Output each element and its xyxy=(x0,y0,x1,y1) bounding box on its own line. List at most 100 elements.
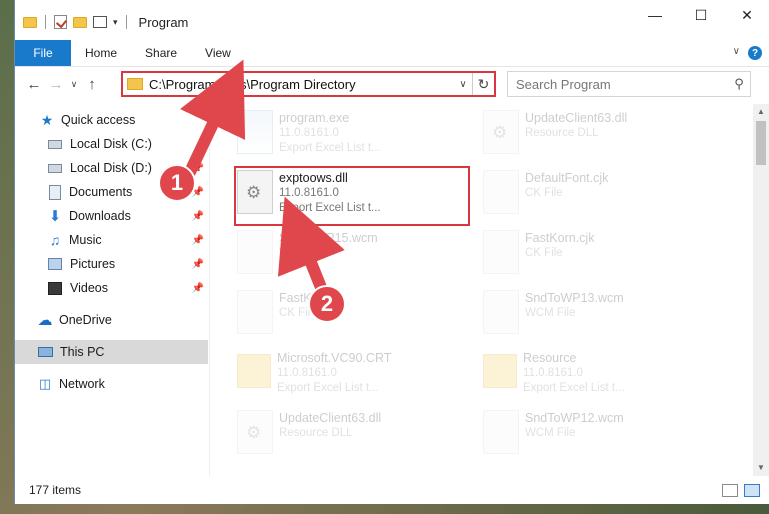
file-description: Export Excel List t... xyxy=(279,142,381,154)
file-item[interactable]: FastKorn.cjk CK File xyxy=(479,228,719,280)
file-item[interactable]: DefaultFont.cjk CK File xyxy=(479,168,719,220)
vertical-scrollbar[interactable]: ▲ ▼ xyxy=(753,104,769,476)
help-icon[interactable]: ? xyxy=(748,46,762,60)
star-icon: ★ xyxy=(40,111,54,128)
sidebar-item-label: Videos xyxy=(70,281,108,295)
search-input[interactable]: Search Program xyxy=(516,77,728,92)
sidebar-item-onedrive[interactable]: ☁ OneDrive xyxy=(15,308,208,332)
blank-file-icon xyxy=(237,290,273,334)
sidebar-item-quick-access[interactable]: ★ Quick access xyxy=(15,108,208,132)
toolbar-divider xyxy=(45,15,46,29)
details-view-icon[interactable] xyxy=(722,483,738,497)
download-icon: ⬇ xyxy=(48,208,62,225)
pane-divider[interactable] xyxy=(209,104,210,476)
folder-icon[interactable] xyxy=(23,16,37,28)
scroll-down-icon[interactable]: ▼ xyxy=(753,460,769,476)
pin-icon[interactable]: 📌 xyxy=(192,235,204,246)
network-icon: ◫ xyxy=(38,376,52,391)
sidebar-item-label: This PC xyxy=(60,345,105,359)
sidebar-item-network[interactable]: ◫ Network xyxy=(15,372,208,396)
file-version: 11.0.8161.0 xyxy=(523,367,583,379)
forward-arrow-icon[interactable]: → xyxy=(45,76,67,93)
large-icons-view-icon[interactable] xyxy=(744,483,760,497)
cloud-icon: ☁ xyxy=(37,312,53,329)
blank-file-icon xyxy=(483,170,519,214)
tab-home[interactable]: Home xyxy=(71,40,131,66)
file-type: Resource DLL xyxy=(525,127,599,139)
file-item[interactable]: UpdateClient63.dll Resource DLL xyxy=(233,408,473,460)
sidebar-item-downloads[interactable]: ⬇ Downloads 📌 xyxy=(15,204,208,228)
address-dropdown-icon[interactable]: ∨ xyxy=(454,79,472,90)
folder-icon xyxy=(127,78,143,90)
exe-file-icon xyxy=(237,110,273,154)
file-item[interactable]: UpdateClient63.dll Resource DLL xyxy=(479,108,719,160)
target-file-highlight xyxy=(234,166,470,226)
file-name: SndToWP15.wcm xyxy=(279,231,378,245)
file-item[interactable]: FastKor.cjk CK File xyxy=(233,288,473,340)
search-icon[interactable]: ⚲ xyxy=(728,76,750,92)
expand-ribbon-icon[interactable]: ∨ xyxy=(733,46,740,57)
properties-check-icon[interactable] xyxy=(54,15,67,29)
sidebar-item-label: Downloads xyxy=(69,209,131,223)
title-bar: ▾ Program — ☐ ✕ xyxy=(15,0,769,44)
scroll-up-icon[interactable]: ▲ xyxy=(753,104,769,120)
refresh-icon[interactable]: ↻ xyxy=(472,73,494,95)
sidebar-item-label: Documents xyxy=(69,185,133,199)
new-folder-icon[interactable] xyxy=(73,16,87,28)
folder-item[interactable]: Microsoft.VC90.CRT 11.0.8161.0 Export Ex… xyxy=(233,348,473,400)
tab-file[interactable]: File xyxy=(15,40,71,66)
blank-file-icon xyxy=(483,290,519,334)
ribbon-tabs: File Home Share View ∨ ? xyxy=(15,40,769,67)
sidebar-item-music[interactable]: ♫ Music 📌 xyxy=(15,228,208,252)
folder-item[interactable]: Resource 11.0.8161.0 Export Excel List t… xyxy=(479,348,719,400)
tab-share[interactable]: Share xyxy=(131,40,191,66)
sidebar-item-videos[interactable]: Videos 📌 xyxy=(15,276,208,300)
file-item[interactable]: program.exe 11.0.8161.0 Export Excel Lis… xyxy=(233,108,473,160)
address-bar[interactable]: C:\Program Files\Program Directory ∨ ↻ xyxy=(121,71,496,97)
file-description: Export Excel List t... xyxy=(277,382,379,394)
step-1-badge: 1 xyxy=(158,164,196,202)
view-switcher xyxy=(722,483,760,497)
recent-chevron-icon[interactable]: ∨ xyxy=(67,79,81,90)
customize-icon[interactable] xyxy=(93,16,107,28)
pin-icon[interactable]: 📌 xyxy=(192,259,204,270)
sidebar-item-this-pc[interactable]: This PC xyxy=(15,340,208,364)
chevron-down-icon[interactable]: ▾ xyxy=(113,17,118,28)
blank-file-icon xyxy=(237,230,273,274)
search-box[interactable]: Search Program ⚲ xyxy=(507,71,751,97)
file-version: 11.0.8161.0 xyxy=(279,127,339,139)
folder-icon xyxy=(237,354,271,388)
close-button[interactable]: ✕ xyxy=(724,0,769,30)
file-version: 11.0.8161.0 xyxy=(277,367,337,379)
toolbar-divider xyxy=(125,15,127,29)
sidebar-item-pictures[interactable]: Pictures 📌 xyxy=(15,252,208,276)
disk-icon xyxy=(48,139,62,149)
minimize-button[interactable]: — xyxy=(632,0,678,30)
pin-icon[interactable]: 📌 xyxy=(192,211,204,222)
pin-icon[interactable]: 📌 xyxy=(192,283,204,294)
maximize-button[interactable]: ☐ xyxy=(678,0,724,30)
tab-view[interactable]: View xyxy=(191,40,245,66)
file-type: CK File xyxy=(525,247,563,259)
status-bar: 177 items xyxy=(15,476,769,504)
file-list: program.exe 11.0.8161.0 Export Excel Lis… xyxy=(213,104,745,476)
item-count: 177 items xyxy=(29,483,82,497)
file-item[interactable]: SndToWP13.wcm WCM File xyxy=(479,288,719,340)
file-type: Resource DLL xyxy=(279,427,353,439)
step-2-badge: 2 xyxy=(308,285,346,323)
documents-icon xyxy=(49,184,61,200)
sidebar-item-local-disk-c[interactable]: Local Disk (C:) xyxy=(15,132,208,156)
pin-icon[interactable]: 📌 xyxy=(192,163,204,174)
up-arrow-icon[interactable]: ↑ xyxy=(81,76,103,93)
file-type: WCM File xyxy=(525,427,576,439)
file-item[interactable]: SndToWP15.wcm WCM File xyxy=(233,228,473,280)
address-path[interactable]: C:\Program Files\Program Directory xyxy=(149,77,454,92)
sidebar-item-label: OneDrive xyxy=(59,313,112,327)
back-arrow-icon[interactable]: ← xyxy=(23,76,45,93)
file-name: Resource xyxy=(523,351,577,365)
blank-file-icon xyxy=(483,230,519,274)
file-item[interactable]: SndToWP12.wcm WCM File xyxy=(479,408,719,460)
blank-file-icon xyxy=(483,410,519,454)
scroll-thumb[interactable] xyxy=(756,121,766,165)
file-type: WCM File xyxy=(525,307,576,319)
